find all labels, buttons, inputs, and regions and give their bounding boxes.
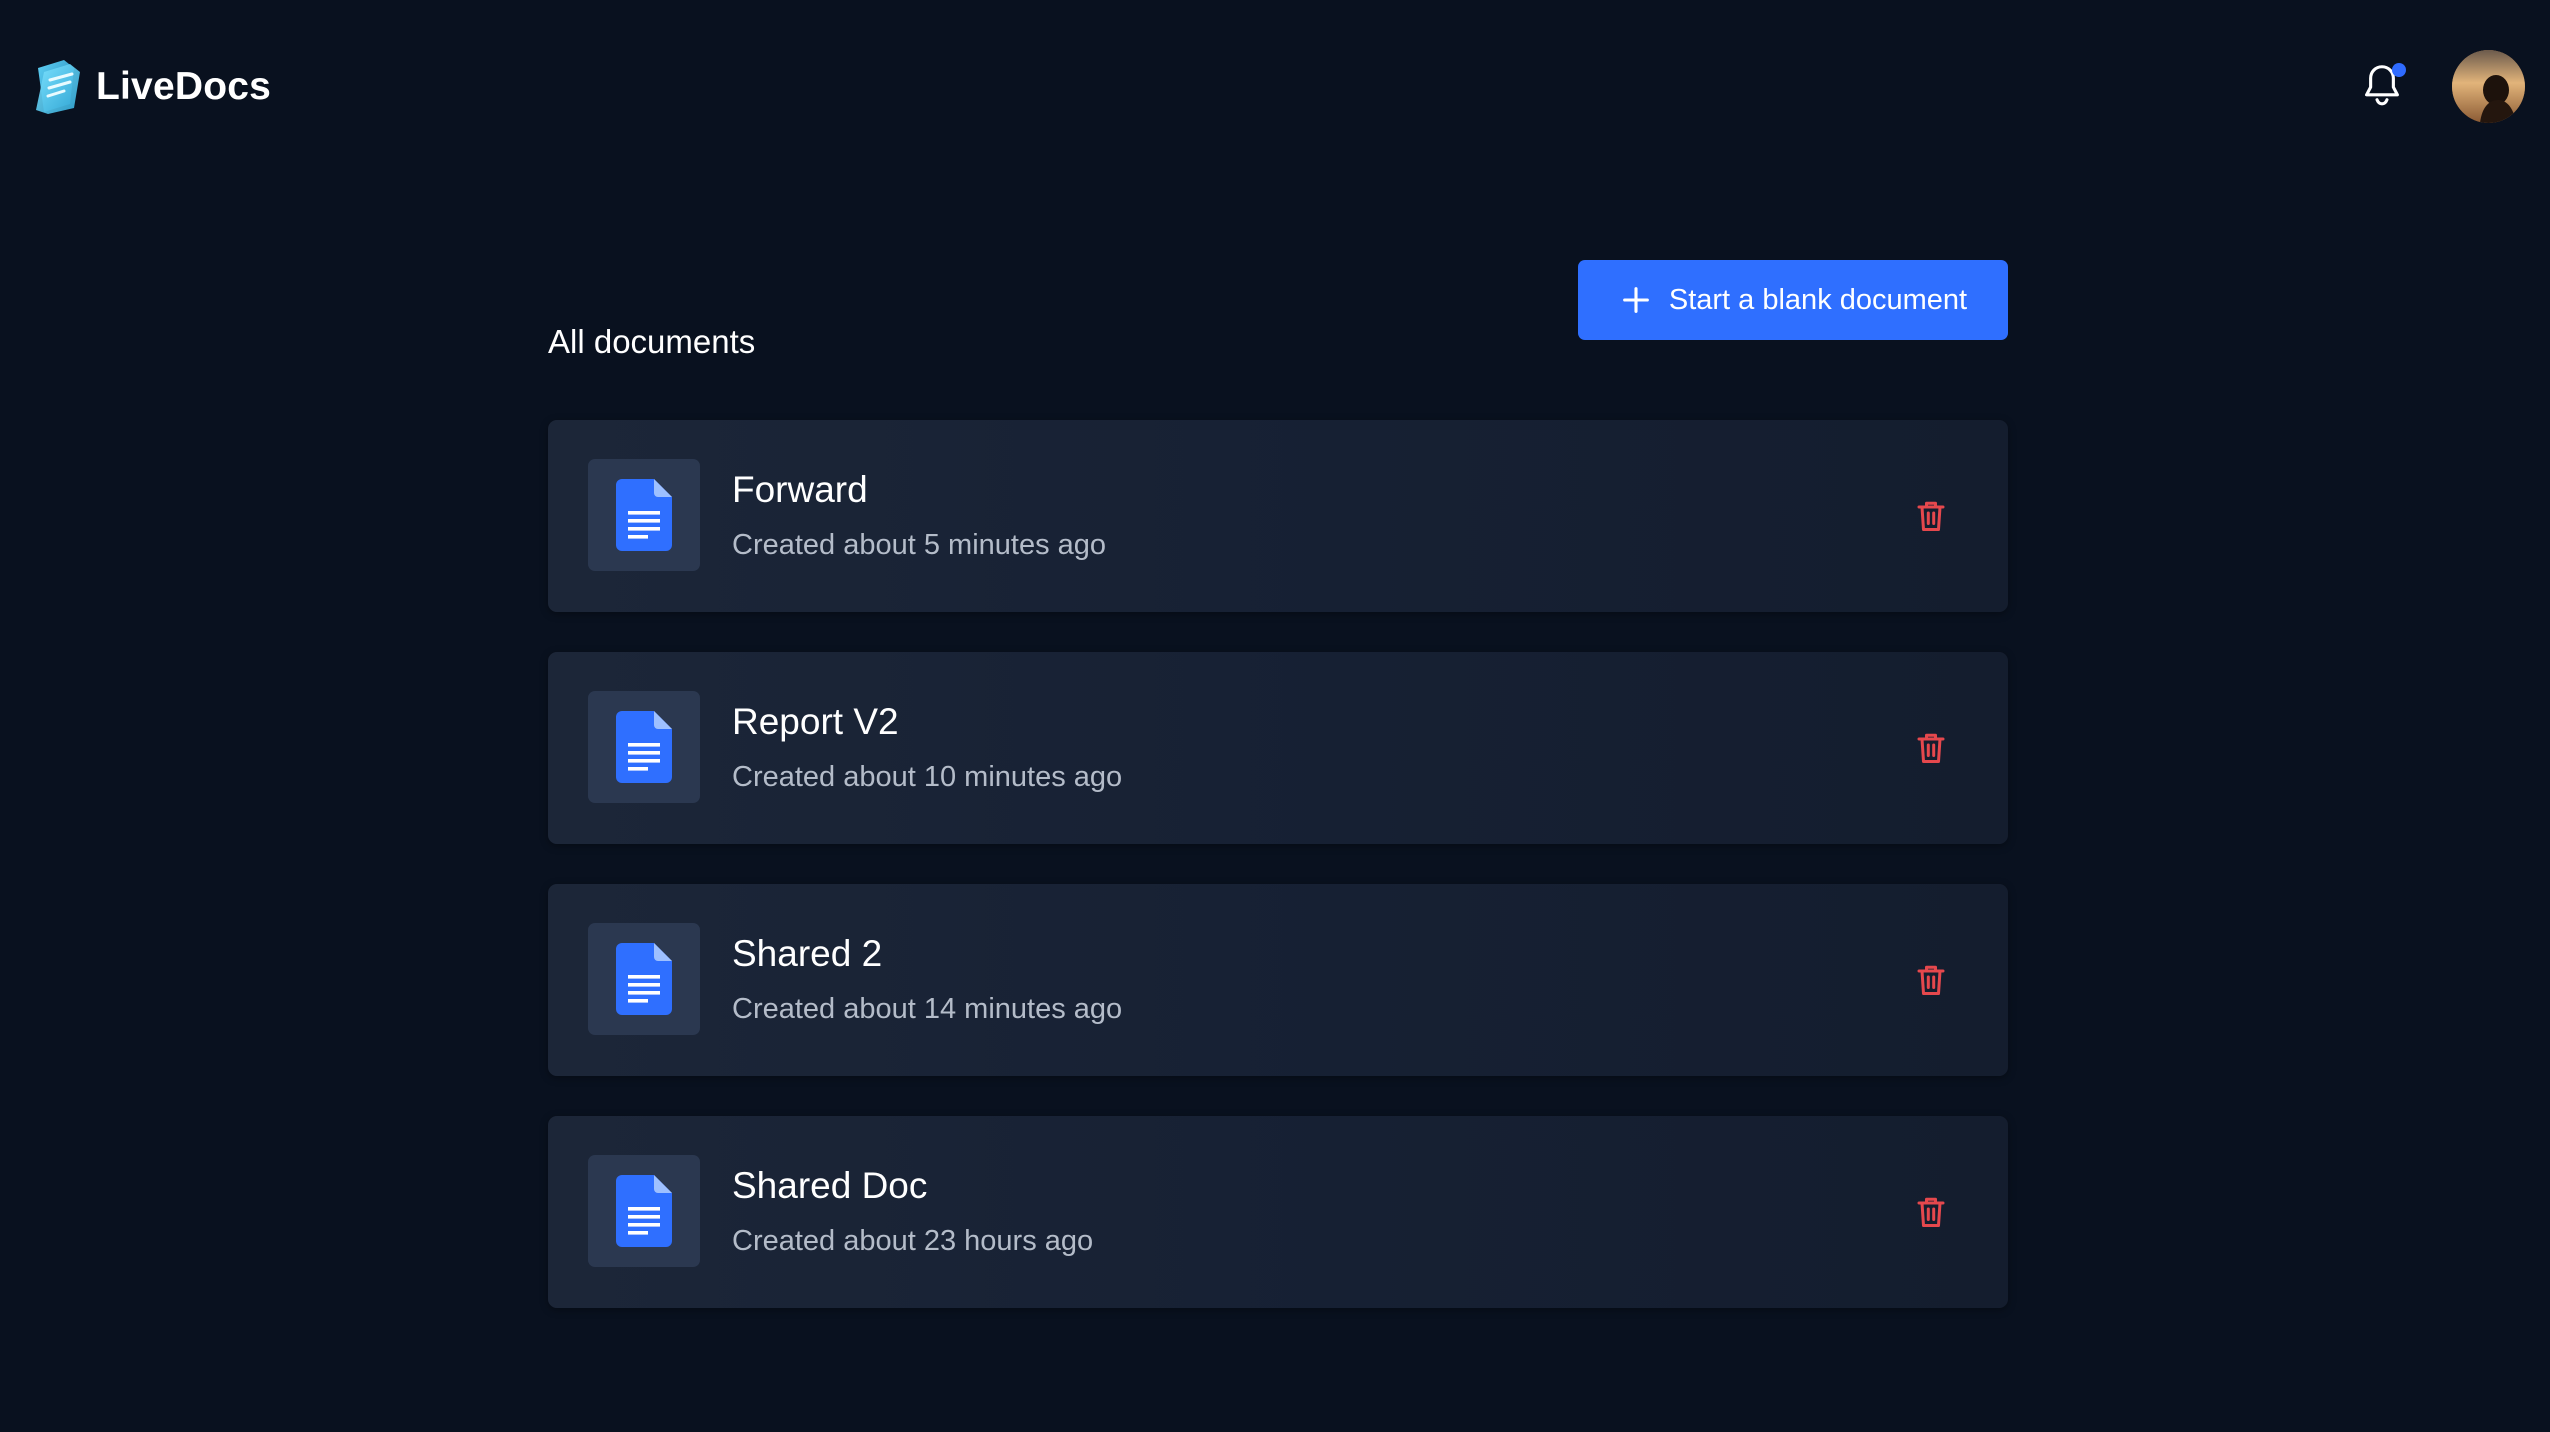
document-card[interactable]: Shared Doc Created about 23 hours ago: [548, 1116, 2008, 1308]
trash-icon: [1917, 733, 1945, 763]
start-blank-document-button[interactable]: Start a blank document: [1578, 260, 2008, 340]
page: LiveDocs All documents Start a blank doc…: [0, 0, 2550, 1432]
document-created-time: Created about 23 hours ago: [732, 1225, 1094, 1257]
document-list: Forward Created about 5 minutes ago Repo…: [548, 420, 2008, 1348]
delete-document-button[interactable]: [1910, 495, 1952, 537]
plus-icon: [1622, 287, 1649, 313]
document-title: Shared 2: [732, 933, 883, 974]
document-card[interactable]: Forward Created about 5 minutes ago: [548, 420, 2008, 612]
user-avatar[interactable]: [2452, 50, 2525, 123]
document-icon: [616, 943, 672, 1015]
delete-document-button[interactable]: [1910, 1191, 1952, 1233]
document-icon: [616, 1175, 672, 1247]
document-title: Shared Doc: [732, 1165, 928, 1206]
document-thumbnail: [588, 691, 700, 803]
document-card[interactable]: Report V2 Created about 10 minutes ago: [548, 652, 2008, 844]
delete-document-button[interactable]: [1910, 727, 1952, 769]
trash-icon: [1917, 1197, 1945, 1227]
app-name: LiveDocs: [96, 65, 272, 108]
livedocs-logo-icon: [36, 60, 80, 114]
notification-dot: [2392, 63, 2406, 77]
document-thumbnail: [588, 1155, 700, 1267]
page-title: All documents: [548, 323, 756, 361]
document-thumbnail: [588, 923, 700, 1035]
trash-icon: [1917, 965, 1945, 995]
document-card[interactable]: Shared 2 Created about 14 minutes ago: [548, 884, 2008, 1076]
trash-icon: [1917, 501, 1945, 531]
document-title: Forward: [732, 469, 868, 510]
document-thumbnail: [588, 459, 700, 571]
notifications-button[interactable]: [2354, 58, 2410, 114]
avatar-image: [2452, 50, 2525, 123]
top-header: LiveDocs: [0, 0, 2550, 180]
document-title: Report V2: [732, 701, 899, 742]
document-created-time: Created about 14 minutes ago: [732, 993, 1123, 1025]
document-created-time: Created about 10 minutes ago: [732, 761, 1123, 793]
document-icon: [616, 711, 672, 783]
document-icon: [616, 479, 672, 551]
delete-document-button[interactable]: [1910, 959, 1952, 1001]
app-logo[interactable]: LiveDocs: [34, 58, 271, 116]
start-blank-document-label: Start a blank document: [1668, 283, 1968, 316]
document-created-time: Created about 5 minutes ago: [732, 529, 1107, 561]
